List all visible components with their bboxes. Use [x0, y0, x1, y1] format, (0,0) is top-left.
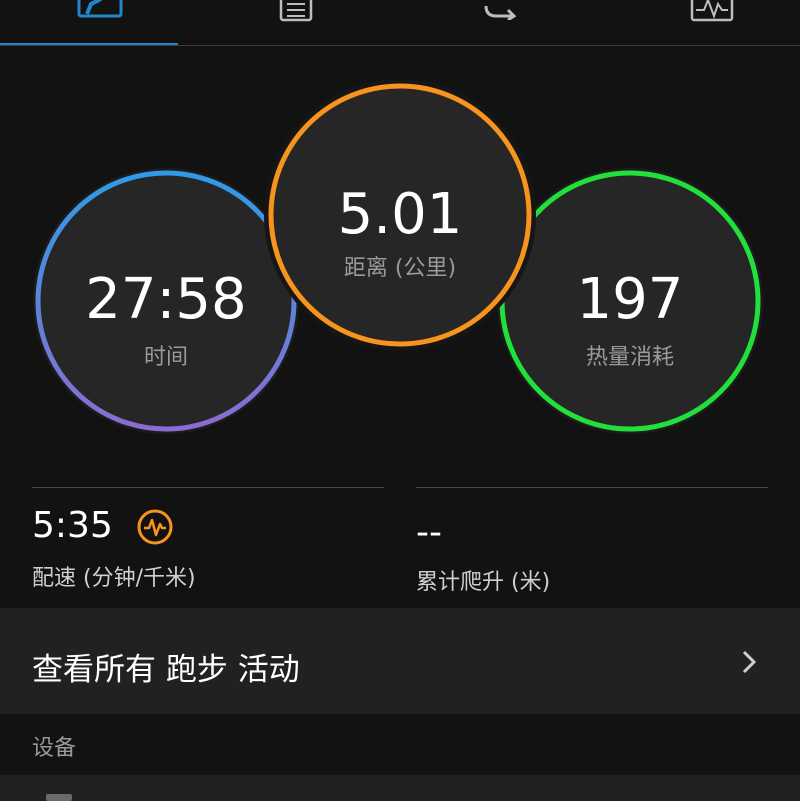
chart-icon: [690, 0, 734, 22]
elevation-divider: [416, 487, 768, 488]
tab-laps[interactable]: [403, 0, 603, 44]
view-all-activities-label: 查看所有 跑步 活动: [32, 652, 300, 688]
tab-dashboard[interactable]: [0, 0, 200, 44]
pace-divider: [32, 487, 384, 488]
heart-rate-icon: [137, 509, 173, 545]
chevron-right-icon: [742, 650, 757, 674]
device-list-item[interactable]: [0, 775, 800, 801]
distance-label: 距离 (公里): [343, 256, 457, 281]
tab-divider: [0, 45, 800, 46]
top-tab-bar: [0, 0, 800, 46]
elevation-value: --: [416, 512, 442, 553]
time-metric: 27:58 时间: [30, 165, 302, 437]
time-value: 27:58: [85, 267, 247, 332]
time-label: 时间: [143, 345, 188, 370]
devices-section-header: 设备: [32, 736, 77, 761]
view-all-activities-row[interactable]: 查看所有 跑步 活动: [0, 608, 800, 714]
distance-metric: 5.01 距离 (公里): [263, 78, 537, 352]
pace-label: 配速 (分钟/千米): [32, 566, 196, 591]
watch-icon: [46, 794, 72, 801]
sync-icon: [484, 0, 520, 20]
tab-details[interactable]: [196, 0, 396, 44]
distance-value: 5.01: [337, 182, 463, 247]
list-icon: [279, 0, 313, 22]
tab-charts[interactable]: [612, 0, 800, 44]
dashboard-icon: [77, 0, 123, 18]
elevation-label: 累计爬升 (米): [416, 570, 551, 595]
pace-value: 5:35: [32, 505, 113, 546]
